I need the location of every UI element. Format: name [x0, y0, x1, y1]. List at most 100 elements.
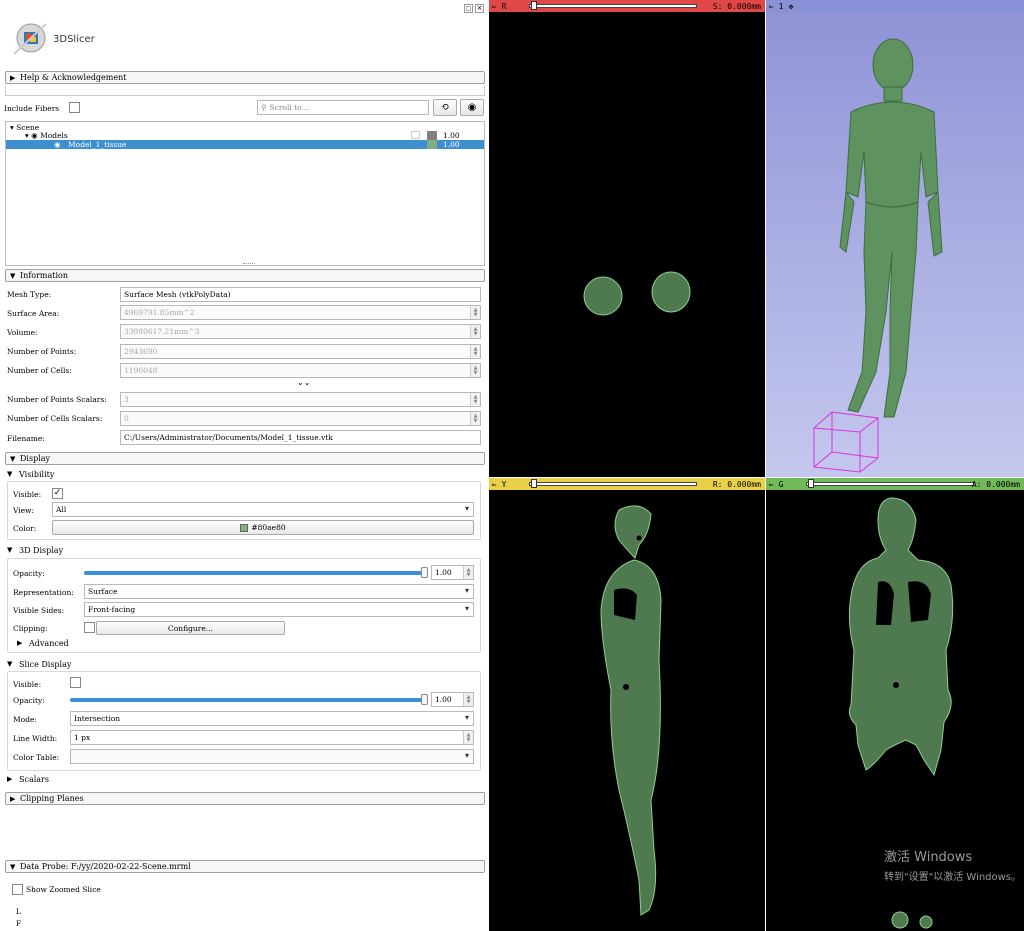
points-scalars-label: Number of Points Scalars: [7, 395, 107, 404]
red-slice-view[interactable]: ⇐ R S: 0.000mm [489, 0, 765, 477]
information-section-header[interactable]: ▼ Information [5, 269, 485, 282]
visible-label: Visible: [13, 490, 42, 499]
eye-icon: ◉ [54, 140, 61, 149]
collapse-arrow-icon: ▼ [10, 454, 16, 463]
expand-arrow-icon: ▶ [7, 775, 13, 783]
3d-display-subsection-header[interactable]: ▼ 3D Display [7, 544, 63, 556]
surface-area-label: Surface Area: [7, 309, 60, 318]
red-offset-slider[interactable] [529, 4, 697, 8]
slice-opacity-spinbox[interactable]: 1.00 ▲ ▼ [431, 692, 474, 707]
help-section-header[interactable]: ▶ Help & Acknowledgement [5, 71, 485, 84]
view-label: View: [13, 506, 35, 515]
include-fibers-label: Include Fibers [4, 104, 60, 113]
red-slice-image [583, 271, 691, 316]
tree-model-row[interactable]: ◉ Model_1_tissue 1.00 [6, 140, 484, 149]
mode-dropdown[interactable]: Intersection ▾ [70, 711, 474, 726]
show-zoomed-slice-label: Show Zoomed Slice [26, 885, 101, 894]
pin-icon[interactable]: ⇐ [766, 2, 776, 11]
search-icon: ⚲ [261, 103, 267, 112]
include-fibers-checkbox[interactable] [69, 102, 80, 113]
probe-f-label: F [16, 919, 22, 928]
color-label: Color: [13, 524, 37, 533]
collapse-arrow-icon: ▼ [7, 660, 13, 668]
color-table-dropdown[interactable]: ▾ [70, 749, 474, 764]
clipping-planes-section-header[interactable]: ▶ Clipping Planes [5, 792, 485, 805]
slice-visible-label: Visible: [13, 680, 42, 689]
mode-label: Mode: [13, 715, 37, 724]
opacity-slider-handle[interactable] [421, 567, 428, 578]
show-zoomed-slice-checkbox[interactable] [12, 884, 23, 895]
splitter-grip[interactable] [243, 263, 255, 265]
collapse-arrow-icon: ▼ [10, 862, 16, 871]
advanced-subsection-header[interactable]: ▶ Advanced [17, 637, 69, 649]
volume-field: 33980617.21mm^3 ▲ ▼ [120, 324, 481, 339]
green-slice-controller: ⇐ G A: 0.000mm [766, 478, 1024, 490]
color-swatch [240, 523, 249, 532]
dropdown-arrow-icon: ▾ [464, 751, 469, 760]
eye-toggle-button[interactable]: ◉ [460, 99, 484, 116]
pin-icon[interactable]: ⇐ [489, 480, 499, 489]
line-width-label: Line Width: [13, 734, 58, 743]
eye-icon: ◉ [31, 131, 41, 140]
yellow-slice-view[interactable]: ⇐ Y R: 0.000mm [489, 478, 765, 931]
eye-icon: ◉ [467, 102, 477, 113]
representation-dropdown[interactable]: Surface ▾ [84, 584, 474, 599]
volume-label: Volume: [7, 328, 38, 337]
visibility-subsection-header[interactable]: ▼ Visibility [7, 468, 54, 480]
3d-view-controller: ⇐ 1 ✥ [766, 0, 1024, 12]
dropdown-arrow-icon: ▾ [464, 713, 469, 722]
slice-visible-checkbox[interactable] [70, 677, 81, 688]
visible-checkbox[interactable]: ✓ [52, 488, 63, 499]
scalars-subsection-header[interactable]: ▶ Scalars [7, 773, 49, 785]
3d-view[interactable]: ⇐ 1 ✥ [766, 0, 1024, 477]
expand-arrow-icon: ▶ [10, 794, 16, 803]
slicer-logo-icon [10, 18, 50, 60]
surface-area-field: 4969791.85mm^2 ▲ ▼ [120, 305, 481, 320]
yellow-slice-controller: ⇐ Y R: 0.000mm [489, 478, 765, 490]
more-chevron-icon[interactable]: ⌄⌄ [297, 378, 310, 387]
tree-models-row[interactable]: ▾ ◉ Models 1.00 [25, 131, 480, 140]
num-cells-field: 1190048 ▲ ▼ [120, 363, 481, 378]
slice-opacity-slider-handle[interactable] [421, 694, 428, 705]
clipping-checkbox[interactable] [84, 622, 95, 633]
mesh-type-field: Surface Mesh (vtkPolyData) [120, 287, 481, 302]
folder-checkbox[interactable] [411, 131, 420, 139]
color-picker-button[interactable]: #80ae80 [52, 520, 474, 535]
filename-field: C:/Users/Administrator/Documents/Model_1… [120, 430, 481, 445]
display-section-header[interactable]: ▼ Display [5, 452, 485, 465]
green-offset-handle[interactable] [808, 479, 814, 488]
configure-button[interactable]: Configure... [96, 621, 285, 635]
center-view-icon[interactable]: ✥ [786, 2, 796, 11]
yellow-offset-slider[interactable] [529, 482, 697, 486]
yellow-offset-handle[interactable] [531, 479, 537, 488]
pin-icon[interactable]: ⇐ [766, 480, 776, 489]
close-panel-button[interactable]: × [475, 4, 484, 13]
red-offset-handle[interactable] [531, 1, 537, 10]
probe-l-label: L [16, 907, 21, 916]
view-dropdown[interactable]: All ▾ [52, 502, 474, 517]
num-points-field: 2943690 ▲ ▼ [120, 344, 481, 359]
model-color-swatch[interactable] [427, 140, 437, 149]
help-section-body [5, 86, 485, 96]
dropdown-arrow-icon: ▾ [464, 586, 469, 595]
red-slice-controller: ⇐ R S: 0.000mm [489, 0, 765, 12]
pin-icon[interactable]: ⇐ [489, 2, 499, 11]
slice-opacity-slider[interactable] [70, 698, 426, 702]
search-input[interactable]: ⚲ Scroll to... [257, 100, 429, 115]
folder-color-swatch[interactable] [427, 131, 437, 140]
opacity-slider[interactable] [84, 571, 426, 575]
cells-scalars-field: 0 ▲ ▼ [120, 411, 481, 426]
scene-tree: ▾ Scene ▾ ◉ Models 1.00 ◉ Model_1_tissue… [5, 121, 485, 266]
opacity-spinbox[interactable]: 1.00 ▲ ▼ [431, 565, 474, 580]
green-offset-slider[interactable] [806, 482, 974, 486]
show-hidden-button[interactable]: ⟲ [433, 99, 457, 116]
slice-opacity-label: Opacity: [13, 696, 45, 705]
data-probe-section-header[interactable]: ▼ Data Probe: F:/yy/2020-02-22-Scene.mrm… [5, 860, 485, 873]
green-slice-view[interactable]: ⇐ G A: 0.000mm 激活 Windows 转到"设置"以激活 Wind… [766, 478, 1024, 931]
visible-sides-dropdown[interactable]: Front-facing ▾ [84, 602, 474, 617]
float-button[interactable]: ▢ [464, 4, 473, 13]
expand-arrow-icon: ▶ [17, 639, 23, 647]
line-width-spinbox[interactable]: 1 px ▲ ▼ [70, 730, 474, 745]
slice-display-subsection-header[interactable]: ▼ Slice Display [7, 658, 71, 670]
clipping-label: Clipping: [13, 624, 48, 633]
